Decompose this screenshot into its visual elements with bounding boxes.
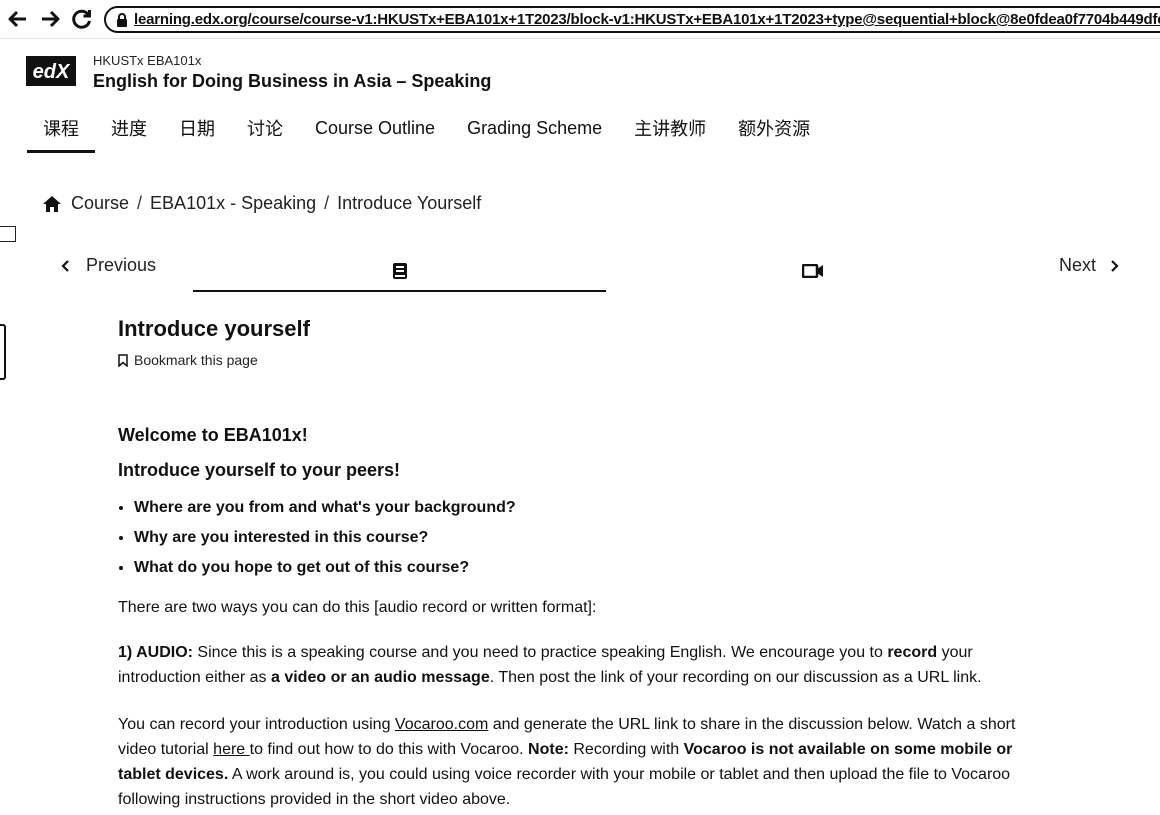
breadcrumb-course[interactable]: Course	[71, 193, 129, 214]
tab-grading-scheme[interactable]: Grading Scheme	[451, 106, 618, 153]
text-run: Since this is a speaking course and you …	[192, 644, 888, 661]
lock-icon	[117, 12, 127, 27]
previous-button[interactable]: Previous	[60, 255, 156, 276]
breadcrumb: Course / EBA101x - Speaking / Introduce …	[42, 193, 481, 214]
text-run: . Then post the link of your recording o…	[489, 669, 982, 686]
bookmark-button[interactable]: Bookmark this page	[118, 352, 1058, 368]
edx-logo[interactable]: edX	[26, 56, 76, 86]
next-button[interactable]: Next	[1059, 255, 1120, 276]
vocaroo-link[interactable]: Vocaroo.com	[395, 716, 488, 733]
svg-text:edX: edX	[33, 61, 71, 83]
vocaroo-paragraph: You can record your introduction using V…	[118, 712, 1058, 812]
breadcrumb-section[interactable]: EBA101x - Speaking	[150, 193, 316, 214]
course-org: HKUSTx EBA101x	[93, 53, 202, 68]
bold-run: record	[887, 644, 938, 661]
address-bar[interactable]: learning.edx.org/course/course-v1:HKUSTx…	[104, 6, 1160, 33]
sidebar-toggle[interactable]	[0, 226, 16, 242]
course-tabs: 课程 进度 日期 讨论 Course Outline Grading Schem…	[27, 106, 826, 153]
browser-toolbar: learning.edx.org/course/course-v1:HKUSTx…	[0, 0, 1160, 39]
text-run: to find out how to do this with Vocaroo.	[249, 741, 529, 758]
book-icon	[392, 263, 407, 279]
bold-run: a video or an audio message	[270, 669, 490, 686]
url-text: learning.edx.org/course/course-v1:HKUSTx…	[134, 11, 1160, 28]
text-run: Recording with	[568, 741, 684, 758]
question-list: Where are you from and what's your backg…	[118, 499, 1058, 577]
audio-paragraph: 1) AUDIO: Since this is a speaking cours…	[118, 640, 1058, 690]
bookmark-label: Bookmark this page	[134, 352, 258, 368]
reload-icon[interactable]	[68, 6, 96, 32]
list-item: Why are you interested in this course?	[134, 529, 1058, 547]
text-run: A work around is, you could using voice …	[118, 766, 1011, 808]
course-title: English for Doing Business in Asia – Spe…	[93, 71, 492, 91]
sequence-navigation: Previous Next	[0, 252, 1160, 294]
chevron-left-icon	[61, 259, 69, 272]
note-label: Note:	[528, 741, 569, 758]
intro-heading: Introduce yourself to your peers!	[118, 460, 401, 480]
welcome-heading: Welcome to EBA101x!	[118, 425, 308, 445]
unit-content: Introduce yourself Bookmark this page We…	[118, 316, 1058, 812]
tab-progress[interactable]: 进度	[95, 106, 163, 153]
next-label: Next	[1058, 255, 1096, 275]
list-item: Where are you from and what's your backg…	[134, 499, 1058, 517]
back-arrow-icon[interactable]	[4, 6, 32, 32]
audio-label: 1) AUDIO:	[118, 644, 193, 661]
bookmark-icon	[118, 353, 128, 367]
breadcrumb-separator: /	[324, 193, 330, 213]
ways-paragraph: There are two ways you can do this [audi…	[118, 599, 597, 616]
home-icon[interactable]	[42, 195, 62, 213]
tab-instructors[interactable]: 主讲教师	[618, 106, 722, 153]
unit-tab-video[interactable]	[606, 252, 1020, 290]
tab-dates[interactable]: 日期	[163, 106, 231, 153]
text-run: You can record your introduction using	[118, 716, 395, 733]
breadcrumb-subsection[interactable]: Introduce Yourself	[337, 193, 481, 214]
tutorial-link[interactable]: here	[213, 741, 249, 758]
chevron-right-icon	[1111, 259, 1119, 272]
tab-course-outline[interactable]: Course Outline	[299, 106, 451, 153]
forward-arrow-icon[interactable]	[36, 6, 64, 32]
previous-label: Previous	[86, 255, 157, 275]
unit-title: Introduce yourself	[118, 316, 310, 341]
tab-extra-resources[interactable]: 额外资源	[722, 106, 826, 153]
side-panel-handle[interactable]	[0, 324, 6, 380]
video-icon	[802, 264, 823, 278]
breadcrumb-separator: /	[137, 193, 143, 213]
unit-tab-text[interactable]	[193, 252, 606, 292]
tab-course[interactable]: 课程	[27, 106, 95, 153]
list-item: What do you hope to get out of this cour…	[134, 559, 1058, 577]
tab-discussion[interactable]: 讨论	[231, 106, 299, 153]
